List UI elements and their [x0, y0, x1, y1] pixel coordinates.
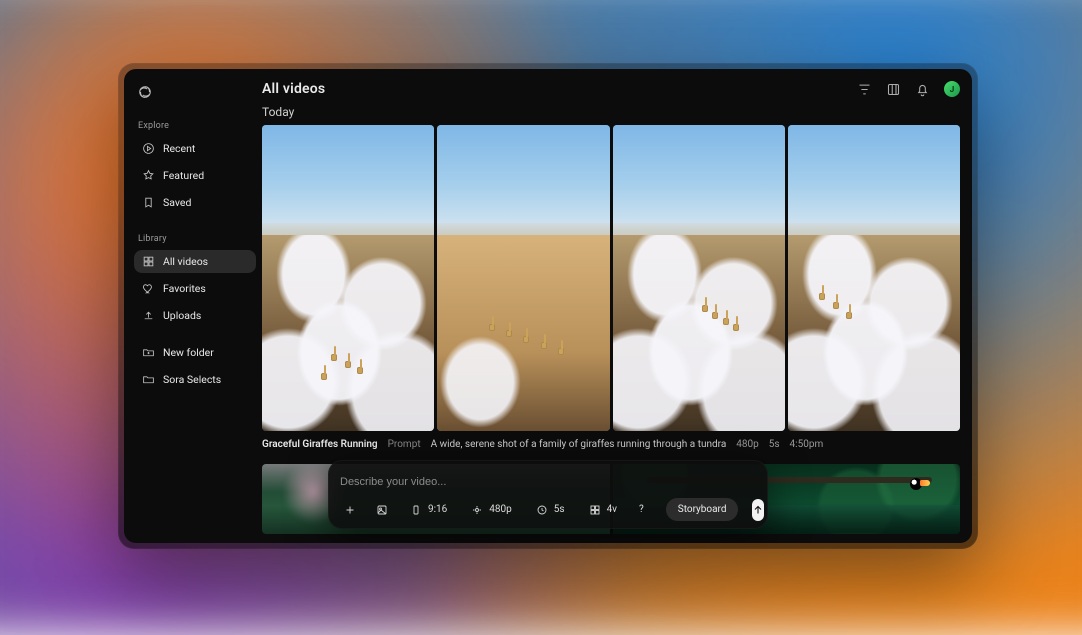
chip-text: 4v [607, 504, 617, 515]
sidebar-item-label: Saved [163, 196, 191, 209]
sidebar-item-label: Uploads [163, 309, 201, 322]
star-icon [142, 169, 155, 182]
composer: 9:16 480p 5s 4v ? Storyboard [328, 460, 768, 529]
video-prompt: A wide, serene shot of a family of giraf… [431, 439, 727, 450]
play-circle-icon [142, 142, 155, 155]
sidebar-item-label: Favorites [163, 282, 206, 295]
send-button[interactable] [752, 499, 764, 521]
sidebar-item-sora-selects[interactable]: Sora Selects [134, 368, 256, 391]
video-thumbnail[interactable] [437, 125, 609, 431]
sidebar-item-uploads[interactable]: Uploads [134, 304, 256, 327]
chip-text: 5s [554, 504, 565, 515]
aspect-icon [410, 504, 422, 516]
filter-icon[interactable] [857, 82, 872, 97]
heart-icon [142, 282, 155, 295]
add-button[interactable] [338, 500, 362, 520]
prompt-input[interactable] [338, 474, 762, 498]
video-duration: 5s [769, 439, 780, 450]
video-thumbnail[interactable] [613, 125, 785, 431]
avatar[interactable]: J [944, 81, 960, 97]
sidebar-section-explore: Explore [134, 115, 256, 133]
folder-icon [142, 373, 155, 386]
prompt-label: Prompt [388, 439, 421, 450]
sidebar-item-label: Recent [163, 142, 195, 155]
upload-icon [142, 309, 155, 322]
bookmark-icon [142, 196, 155, 209]
variations-icon [589, 504, 601, 516]
storyboard-button[interactable]: Storyboard [666, 498, 739, 521]
clock-icon [536, 504, 548, 516]
bell-icon[interactable] [915, 82, 930, 97]
sora-app: Explore Recent Featured Saved Library Al… [124, 69, 972, 543]
topbar: All videos J [262, 79, 960, 103]
sidebar-item-label: Sora Selects [163, 373, 221, 386]
grid-icon [142, 255, 155, 268]
resolution-chip[interactable]: 480p [463, 500, 519, 520]
sidebar-item-label: New folder [163, 346, 214, 359]
toucan-illustration [904, 472, 926, 492]
variations-chip[interactable]: 4v [581, 500, 625, 520]
sidebar-item-saved[interactable]: Saved [134, 191, 256, 214]
openai-logo-icon[interactable] [136, 83, 154, 101]
sidebar: Explore Recent Featured Saved Library Al… [124, 69, 262, 543]
composer-controls: 9:16 480p 5s 4v ? Storyboard [338, 498, 758, 521]
sidebar-item-label: Featured [163, 169, 204, 182]
sidebar-item-new-folder[interactable]: New folder [134, 341, 256, 364]
section-today: Today [262, 105, 960, 119]
sidebar-item-recent[interactable]: Recent [134, 137, 256, 160]
top-actions: J [857, 81, 960, 97]
resolution-icon [471, 504, 483, 516]
sidebar-section-library: Library [134, 228, 256, 246]
image-icon [376, 504, 388, 516]
help-text: ? [639, 504, 644, 515]
image-button[interactable] [370, 500, 394, 520]
chip-text: 480p [489, 504, 511, 515]
sidebar-item-all-videos[interactable]: All videos [134, 250, 256, 273]
video-time: 4:50pm [790, 439, 824, 450]
video-grid [262, 125, 960, 431]
sidebar-item-label: All videos [163, 255, 208, 268]
arrow-up-icon [752, 504, 764, 516]
columns-icon[interactable] [886, 82, 901, 97]
page-title: All videos [262, 81, 849, 97]
window-frame: Explore Recent Featured Saved Library Al… [118, 63, 978, 549]
plus-icon [344, 504, 356, 516]
video-thumbnail[interactable] [788, 125, 960, 431]
video-thumbnail[interactable] [262, 125, 434, 431]
video-meta: Graceful Giraffes Running Prompt A wide,… [262, 439, 960, 450]
folder-plus-icon [142, 346, 155, 359]
sidebar-item-favorites[interactable]: Favorites [134, 277, 256, 300]
video-resolution: 480p [736, 439, 758, 450]
help-chip[interactable]: ? [633, 500, 650, 519]
sidebar-item-featured[interactable]: Featured [134, 164, 256, 187]
duration-chip[interactable]: 5s [528, 500, 573, 520]
aspect-chip[interactable]: 9:16 [402, 500, 455, 520]
chip-text: 9:16 [428, 504, 447, 515]
video-name: Graceful Giraffes Running [262, 439, 378, 450]
